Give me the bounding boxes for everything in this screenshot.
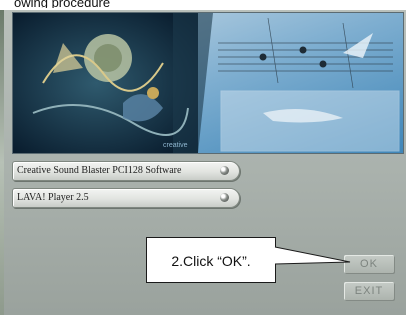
callout-pointer-arrow	[274, 246, 351, 265]
list-item-lava-player[interactable]: LAVA! Player 2.5	[12, 188, 240, 208]
instruction-callout: 2.Click “OK”.	[146, 237, 276, 283]
banner-watermark: creative	[163, 142, 188, 149]
banner-artwork: creative	[13, 13, 403, 153]
banner-image: creative	[12, 12, 404, 154]
exit-button[interactable]: EXIT	[344, 282, 394, 300]
list-item-creative-software[interactable]: Creative Sound Blaster PCI128 Software	[12, 161, 240, 181]
list-item-label: Creative Sound Blaster PCI128 Software	[17, 165, 182, 176]
list-item-label: LAVA! Player 2.5	[17, 192, 89, 203]
cd-icon	[220, 193, 229, 202]
cd-icon	[220, 166, 229, 175]
page-caption: owing procedure	[14, 0, 111, 8]
